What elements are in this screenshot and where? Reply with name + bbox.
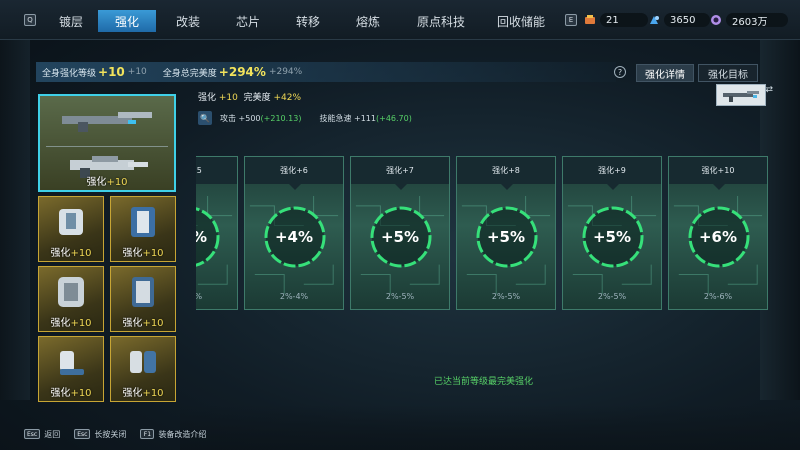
card-title: 强化+9 bbox=[563, 157, 661, 184]
enhance-summary-bar: 全身强化等级 +10 +10 全身总完美度 +294% +294% bbox=[36, 62, 616, 82]
help-icon[interactable]: ? bbox=[614, 66, 626, 78]
tab-smelt[interactable]: 熔炼 bbox=[340, 10, 396, 32]
tab-enhance-target[interactable]: 强化目标 bbox=[698, 64, 758, 82]
resource-crystal: 21 bbox=[584, 12, 648, 28]
tab-transfer[interactable]: 转移 bbox=[280, 10, 336, 32]
tab-coating[interactable]: 镀层 bbox=[46, 10, 96, 32]
crystal-count: 21 bbox=[606, 14, 619, 26]
equipment-panel: 强化+10 强化+10 强化+10 强化+10 强化+10 强化+10 强化+1… bbox=[36, 94, 181, 406]
card-percent: +5% bbox=[486, 228, 526, 246]
enhance-level-card[interactable]: 强化+7 +5% 2%-5% bbox=[350, 156, 450, 310]
enhance-level-card[interactable]: 强化+5 +4% 2%-4% bbox=[196, 156, 238, 310]
footer-hints: Esc 返回 Esc 长按关闭 F1 装备改造介绍 bbox=[24, 428, 220, 440]
enhance-level-card[interactable]: 强化+10 +6% 2%-6% bbox=[668, 156, 768, 310]
card-range: 2%-4% bbox=[196, 292, 237, 301]
token-icon bbox=[648, 14, 660, 26]
chest-armor-icon bbox=[59, 209, 83, 235]
attack-stat: 攻击 +500(+210.13) bbox=[220, 113, 302, 123]
background-floor bbox=[180, 405, 800, 450]
equip-slot-chest[interactable]: 强化+10 bbox=[38, 196, 104, 262]
equip-slot-gloves[interactable]: 强化+10 bbox=[110, 336, 176, 402]
haste-stat: 技能急速 +111(+46.70) bbox=[319, 113, 412, 123]
tab-modify[interactable]: 改装 bbox=[160, 10, 216, 32]
next-tab-key-hint: E bbox=[565, 14, 577, 26]
resource-coin: 2603万 bbox=[710, 12, 788, 28]
crystal-icon bbox=[584, 14, 596, 26]
rifle-icon bbox=[723, 91, 759, 102]
footer-hold-close[interactable]: Esc 长按关闭 bbox=[74, 429, 126, 440]
card-range: 2%-5% bbox=[385, 292, 415, 301]
selected-weapon-thumbnail[interactable]: ⇄ bbox=[716, 84, 773, 106]
leg-armor-icon bbox=[132, 277, 154, 307]
card-percent: +4% bbox=[274, 228, 314, 246]
total-level-sub: +10 bbox=[127, 67, 147, 77]
item-enhance-level: +10 bbox=[218, 93, 238, 103]
card-range: 2%-5% bbox=[491, 292, 521, 301]
item-enhance-summary: 强化 +10 完美度 +42% bbox=[198, 93, 302, 103]
total-level-value: +10 bbox=[98, 65, 125, 79]
card-percent: +5% bbox=[380, 228, 420, 246]
card-title: 强化+8 bbox=[457, 157, 555, 184]
tab-enhance-detail[interactable]: 强化详情 bbox=[636, 64, 694, 82]
card-percent: +4% bbox=[196, 228, 237, 246]
magnify-icon[interactable]: 🔍 bbox=[198, 111, 212, 125]
card-title: 强化+10 bbox=[669, 157, 767, 184]
enhance-level-cards[interactable]: 强化+5+4%2%-4%强化+6+4%2%-4%强化+7+5%2%-5%强化+8… bbox=[196, 150, 772, 318]
coin-icon bbox=[710, 14, 722, 26]
enhance-level-card[interactable]: 强化+9 +5% 2%-5% bbox=[562, 156, 662, 310]
card-range: 2%-6% bbox=[703, 292, 733, 301]
boots-icon bbox=[60, 351, 84, 375]
vest-armor-icon bbox=[131, 207, 155, 237]
footer-equip-intro[interactable]: F1 装备改造介绍 bbox=[140, 429, 206, 440]
item-perfection: +42% bbox=[273, 93, 302, 103]
background-wall-left bbox=[0, 40, 30, 400]
card-title: 强化+6 bbox=[245, 157, 343, 184]
card-title: 强化+7 bbox=[351, 157, 449, 184]
tab-enhance[interactable]: 强化 bbox=[98, 10, 156, 32]
weapon-top-icon bbox=[62, 112, 152, 132]
card-title: 强化+5 bbox=[196, 157, 237, 184]
enhance-level-card[interactable]: 强化+6 +4% 2%-4% bbox=[244, 156, 344, 310]
resource-token: 3650 bbox=[648, 12, 710, 28]
card-range: 2%-4% bbox=[279, 292, 309, 301]
total-level-label: 全身强化等级 bbox=[42, 68, 97, 79]
token-count: 3650 bbox=[670, 14, 696, 26]
tab-chip[interactable]: 芯片 bbox=[220, 10, 276, 32]
equip-slot-vest[interactable]: 强化+10 bbox=[110, 196, 176, 262]
total-perfection-sub: +294% bbox=[268, 67, 303, 77]
equip-slot-arm[interactable]: 强化+10 bbox=[38, 266, 104, 332]
tab-origin-tech[interactable]: 原点科技 bbox=[404, 10, 478, 32]
gloves-icon bbox=[130, 351, 156, 373]
card-percent: +5% bbox=[592, 228, 632, 246]
enhance-level-card[interactable]: 强化+8 +5% 2%-5% bbox=[456, 156, 556, 310]
arm-armor-icon bbox=[58, 277, 84, 307]
card-range: 2%-5% bbox=[597, 292, 627, 301]
perfect-status-message: 已达当前等级最完美强化 bbox=[434, 377, 534, 387]
footer-back[interactable]: Esc 返回 bbox=[24, 429, 60, 440]
card-percent: +6% bbox=[698, 228, 738, 246]
weapon-divider bbox=[46, 146, 168, 147]
tab-recycle[interactable]: 回收储能 bbox=[484, 10, 558, 32]
coin-count: 2603万 bbox=[732, 16, 768, 28]
item-stats-row: 🔍 攻击 +500(+210.13) 技能急速 +111(+46.70) bbox=[198, 111, 412, 125]
total-perfection-label: 全身总完美度 bbox=[162, 68, 217, 79]
total-perfection-value: +294% bbox=[218, 65, 266, 79]
top-navigation-bar: Q 镀层 强化 改装 芯片 转移 熔炼 原点科技 回收储能 E 21 3650 … bbox=[0, 0, 800, 40]
equip-slot-boots[interactable]: 强化+10 bbox=[38, 336, 104, 402]
swap-icon: ⇄ bbox=[765, 85, 773, 95]
prev-tab-key-hint: Q bbox=[24, 14, 36, 26]
equip-slot-weapon[interactable]: 强化+10 bbox=[38, 94, 176, 192]
equip-slot-leg[interactable]: 强化+10 bbox=[110, 266, 176, 332]
